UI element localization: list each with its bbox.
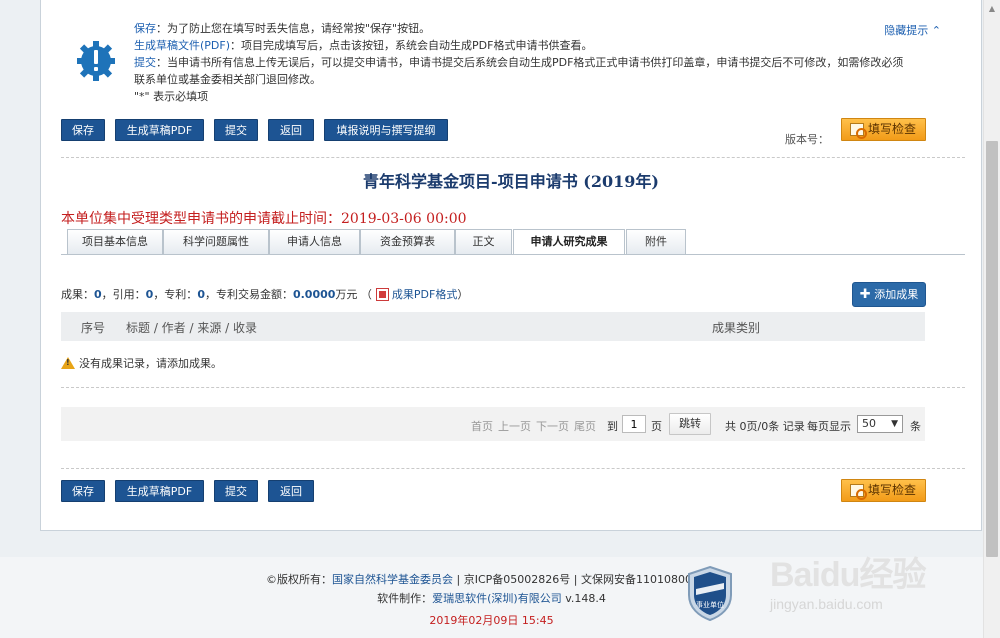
draft-pdf-button-bottom[interactable]: 生成草稿PDF bbox=[115, 480, 204, 502]
required-mark: "*" bbox=[134, 90, 150, 103]
pdf-icon bbox=[375, 288, 389, 301]
shield-badge-text: 事业单位 bbox=[696, 600, 724, 609]
per-page-label: 每页显示 bbox=[807, 420, 851, 433]
page-title: 青年科学基金项目-项目申请书 (2019年) bbox=[363, 172, 659, 191]
divider bbox=[61, 387, 965, 388]
tab-basic-info[interactable]: 项目基本信息 bbox=[67, 229, 163, 254]
notice-submit-text: ：当申请书所有信息上传无误后，可以提交申请书，申请书提交后系统会自动生成PDF格… bbox=[134, 56, 904, 86]
notice-save-text: ：为了防止您在填写时丢失信息，请经常按"保存"按钮。 bbox=[156, 22, 431, 35]
scroll-thumb[interactable] bbox=[986, 141, 998, 557]
tab-bar: 项目基本信息 科学问题属性 申请人信息 资金预算表 正文 申请人研究成果 附件 bbox=[67, 229, 937, 255]
first-page-link[interactable]: 首页 bbox=[471, 418, 493, 434]
tab-body-text[interactable]: 正文 bbox=[455, 229, 512, 254]
tab-underline bbox=[61, 254, 965, 255]
empty-message: 没有成果记录，请添加成果。 bbox=[61, 355, 222, 371]
citations-label: ，引用： bbox=[101, 288, 146, 301]
prev-page-link[interactable]: 上一页 bbox=[498, 418, 531, 434]
tab-applicant-info[interactable]: 申请人信息 bbox=[269, 229, 360, 254]
page-number-input[interactable] bbox=[622, 415, 646, 433]
patent-amount-label: ，专利交易金额： bbox=[204, 288, 293, 301]
patents-label: ，专利： bbox=[153, 288, 198, 301]
baidu-watermark-url: jingyan.baidu.com bbox=[770, 596, 883, 612]
add-achievement-button[interactable]: ✚ 添加成果 bbox=[852, 282, 926, 307]
notice-save-label: 保存 bbox=[134, 22, 156, 35]
draft-pdf-button[interactable]: 生成草稿PDF bbox=[115, 119, 204, 141]
version-label: 版本号： bbox=[785, 133, 829, 146]
maker-label: 软件制作： bbox=[377, 592, 433, 605]
submit-button[interactable]: 提交 bbox=[214, 119, 258, 141]
tab-science-attributes[interactable]: 科学问题属性 bbox=[163, 229, 269, 254]
baidu-watermark: Baidu经验 bbox=[770, 556, 926, 594]
hide-tip-link[interactable]: 隐藏提示 ⌃ bbox=[884, 22, 941, 38]
achievements-label: 成果： bbox=[61, 288, 94, 301]
required-text: 表示必填项 bbox=[149, 90, 209, 103]
notice-text: 保存：为了防止您在填写时丢失信息，请经常按"保存"按钮。 生成草稿文件(PDF)… bbox=[134, 20, 914, 105]
guide-button[interactable]: 填报说明与撰写提纲 bbox=[324, 119, 448, 141]
pagination: 首页 上一页 下一页 尾页 到 页 跳转 共 0页/0条 记录 每页显示 50 … bbox=[61, 407, 925, 441]
vertical-scrollbar[interactable]: ▲ bbox=[983, 0, 1000, 638]
notice-draft-label: 生成草稿文件(PDF) bbox=[134, 39, 231, 52]
check-button-label: 填写检查 bbox=[868, 483, 917, 497]
items-label: 条 bbox=[910, 420, 921, 433]
paren-close: ） bbox=[457, 288, 469, 301]
per-page-select[interactable]: 50 ▼ bbox=[857, 415, 903, 433]
col-title: 标题 / 作者 / 来源 / 收录 bbox=[126, 321, 258, 335]
icp-text: | 京ICP备05002826号 | 文保网安备1101080035号 bbox=[453, 573, 717, 586]
total-records: 共 0页/0条 记录 bbox=[725, 420, 805, 433]
tab-budget[interactable]: 资金预算表 bbox=[360, 229, 455, 254]
tab-research-achievements[interactable]: 申请人研究成果 bbox=[513, 229, 625, 255]
save-button[interactable]: 保存 bbox=[61, 119, 105, 141]
table-header: 序号 标题 / 作者 / 来源 / 收录 成果类别 bbox=[61, 312, 925, 341]
divider bbox=[61, 157, 965, 158]
owner-link[interactable]: 国家自然科学基金委员会 bbox=[332, 573, 453, 586]
page-label: 页 bbox=[651, 420, 662, 433]
notice-submit-label: 提交 bbox=[134, 56, 156, 69]
add-achievement-label: 添加成果 bbox=[874, 288, 919, 301]
amount-unit: 万元 bbox=[335, 288, 358, 301]
patents-count: 0 bbox=[197, 288, 205, 301]
dropdown-arrow-icon: ▼ bbox=[891, 419, 898, 429]
achievements-count: 0 bbox=[94, 288, 102, 301]
main-panel: 保存：为了防止您在填写时丢失信息，请经常按"保存"按钮。 生成草稿文件(PDF)… bbox=[40, 0, 982, 531]
footer-date: 2019年02月09日 15:45 bbox=[429, 614, 554, 627]
magnifier-icon bbox=[850, 484, 867, 500]
patent-amount: 0.0000 bbox=[292, 288, 336, 301]
check-button-label: 填写检查 bbox=[868, 122, 917, 136]
jump-button[interactable]: 跳转 bbox=[669, 413, 711, 435]
warning-triangle-icon bbox=[61, 357, 75, 369]
empty-text: 没有成果记录，请添加成果。 bbox=[79, 357, 222, 370]
back-button[interactable]: 返回 bbox=[268, 119, 314, 141]
scroll-up-arrow-icon[interactable]: ▲ bbox=[984, 0, 1000, 17]
copyright-label: ©版权所有： bbox=[266, 573, 333, 586]
goto-label: 到 bbox=[607, 420, 618, 433]
date-line: 2019年02月09日 15:45 bbox=[0, 612, 983, 628]
check-button-bottom[interactable]: 填写检查 bbox=[841, 479, 926, 502]
save-button-bottom[interactable]: 保存 bbox=[61, 480, 105, 502]
magnifier-icon bbox=[850, 123, 867, 139]
divider bbox=[61, 468, 965, 469]
version-text: v.148.4 bbox=[561, 592, 606, 605]
deadline-notice: 本单位集中受理类型申请书的申请截止时间：2019-03-06 00:00 bbox=[61, 211, 467, 227]
paren-open: （ bbox=[360, 288, 372, 301]
plus-icon: ✚ bbox=[859, 287, 871, 302]
institution-shield-icon[interactable]: 事业单位 bbox=[686, 565, 734, 621]
achievement-stats: 成果：0，引用：0，专利：0，专利交易金额：0.0000万元 （成果PDF格式） bbox=[61, 286, 468, 302]
maker-link[interactable]: 爱瑞思软件(深圳)有限公司 bbox=[432, 592, 562, 605]
next-page-link[interactable]: 下一页 bbox=[536, 418, 569, 434]
notice-draft-text: ：项目完成填写后，点击该按钮，系统会自动生成PDF格式申请书供查看。 bbox=[230, 39, 593, 52]
check-button[interactable]: 填写检查 bbox=[841, 118, 926, 141]
col-type: 成果类别 bbox=[712, 321, 761, 335]
col-number: 序号 bbox=[81, 321, 106, 335]
tab-attachments[interactable]: 附件 bbox=[626, 229, 686, 254]
achievements-pdf-link[interactable]: 成果PDF格式 bbox=[392, 288, 457, 301]
warning-gear-icon bbox=[77, 41, 115, 81]
last-page-link[interactable]: 尾页 bbox=[574, 418, 596, 434]
submit-button-bottom[interactable]: 提交 bbox=[214, 480, 258, 502]
back-button-bottom[interactable]: 返回 bbox=[268, 480, 314, 502]
per-page-value: 50 bbox=[862, 417, 876, 430]
